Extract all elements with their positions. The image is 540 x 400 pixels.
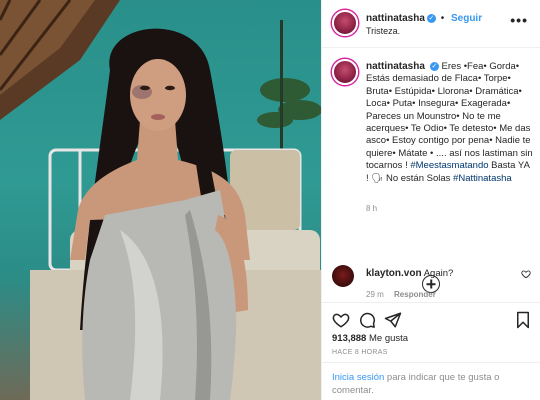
comment-heart-icon[interactable] bbox=[521, 269, 531, 279]
caption-timestamp: 8 h bbox=[366, 204, 378, 213]
comment-text: Again? bbox=[423, 268, 454, 279]
post-caption: nattinatasha ✓ Eres •Fea• Gorda• Estás de… bbox=[366, 61, 534, 185]
commenter-username[interactable]: klayton.von bbox=[366, 268, 422, 279]
caption-verified-icon: ✓ bbox=[429, 61, 439, 71]
action-bar bbox=[322, 302, 540, 332]
more-options-icon[interactable]: ••• bbox=[510, 12, 528, 28]
author-row: nattinatasha ✓ • Seguir bbox=[366, 13, 482, 24]
bookmark-icon[interactable] bbox=[514, 311, 532, 329]
reply-button[interactable]: Responder bbox=[394, 290, 436, 299]
share-icon[interactable] bbox=[384, 311, 402, 329]
hashtag-link[interactable]: #Meestasmatando bbox=[410, 160, 488, 171]
commenter-avatar[interactable] bbox=[332, 265, 354, 287]
post-header: nattinatasha ✓ • Seguir Tristeza. ••• bbox=[322, 0, 540, 48]
post-location[interactable]: Tristeza. bbox=[366, 26, 400, 36]
follow-button[interactable]: Seguir bbox=[451, 13, 482, 24]
comment-icon[interactable] bbox=[358, 311, 376, 329]
comment-body: klayton.von Again? bbox=[366, 268, 453, 279]
likes-number: 913,888 bbox=[332, 333, 367, 344]
heart-icon[interactable] bbox=[332, 311, 350, 329]
caption-author-avatar[interactable] bbox=[332, 59, 358, 85]
likes-label: Me gusta bbox=[368, 333, 409, 344]
post-photo[interactable] bbox=[0, 0, 321, 400]
post-sidebar: nattinatasha ✓ • Seguir Tristeza. ••• nat… bbox=[321, 0, 540, 400]
hashtag-link[interactable]: #Nattinatasha bbox=[453, 173, 512, 184]
post-photo-illustration bbox=[0, 0, 321, 400]
login-link[interactable]: Inicia sesión bbox=[332, 372, 384, 383]
likes-count[interactable]: 913,888 Me gusta bbox=[332, 333, 408, 344]
caption-text-main: Eres •Fea• Gorda• Estás demasiado de Fla… bbox=[366, 61, 533, 172]
post-timestamp: HACE 8 HORAS bbox=[332, 349, 388, 356]
comment-timestamp: 29 m bbox=[366, 290, 384, 299]
login-prompt: Inicia sesión para indicar que te gusta … bbox=[322, 362, 540, 400]
separator-dot: • bbox=[440, 13, 445, 24]
verified-icon: ✓ bbox=[426, 13, 436, 23]
author-avatar[interactable] bbox=[332, 10, 358, 36]
caption-section: nattinatasha ✓ Eres •Fea• Gorda• Estás de… bbox=[322, 49, 540, 297]
author-username[interactable]: nattinatasha bbox=[366, 13, 425, 24]
comment-meta: 29 m Responder bbox=[366, 290, 436, 299]
caption-username[interactable]: nattinatasha bbox=[366, 61, 425, 72]
